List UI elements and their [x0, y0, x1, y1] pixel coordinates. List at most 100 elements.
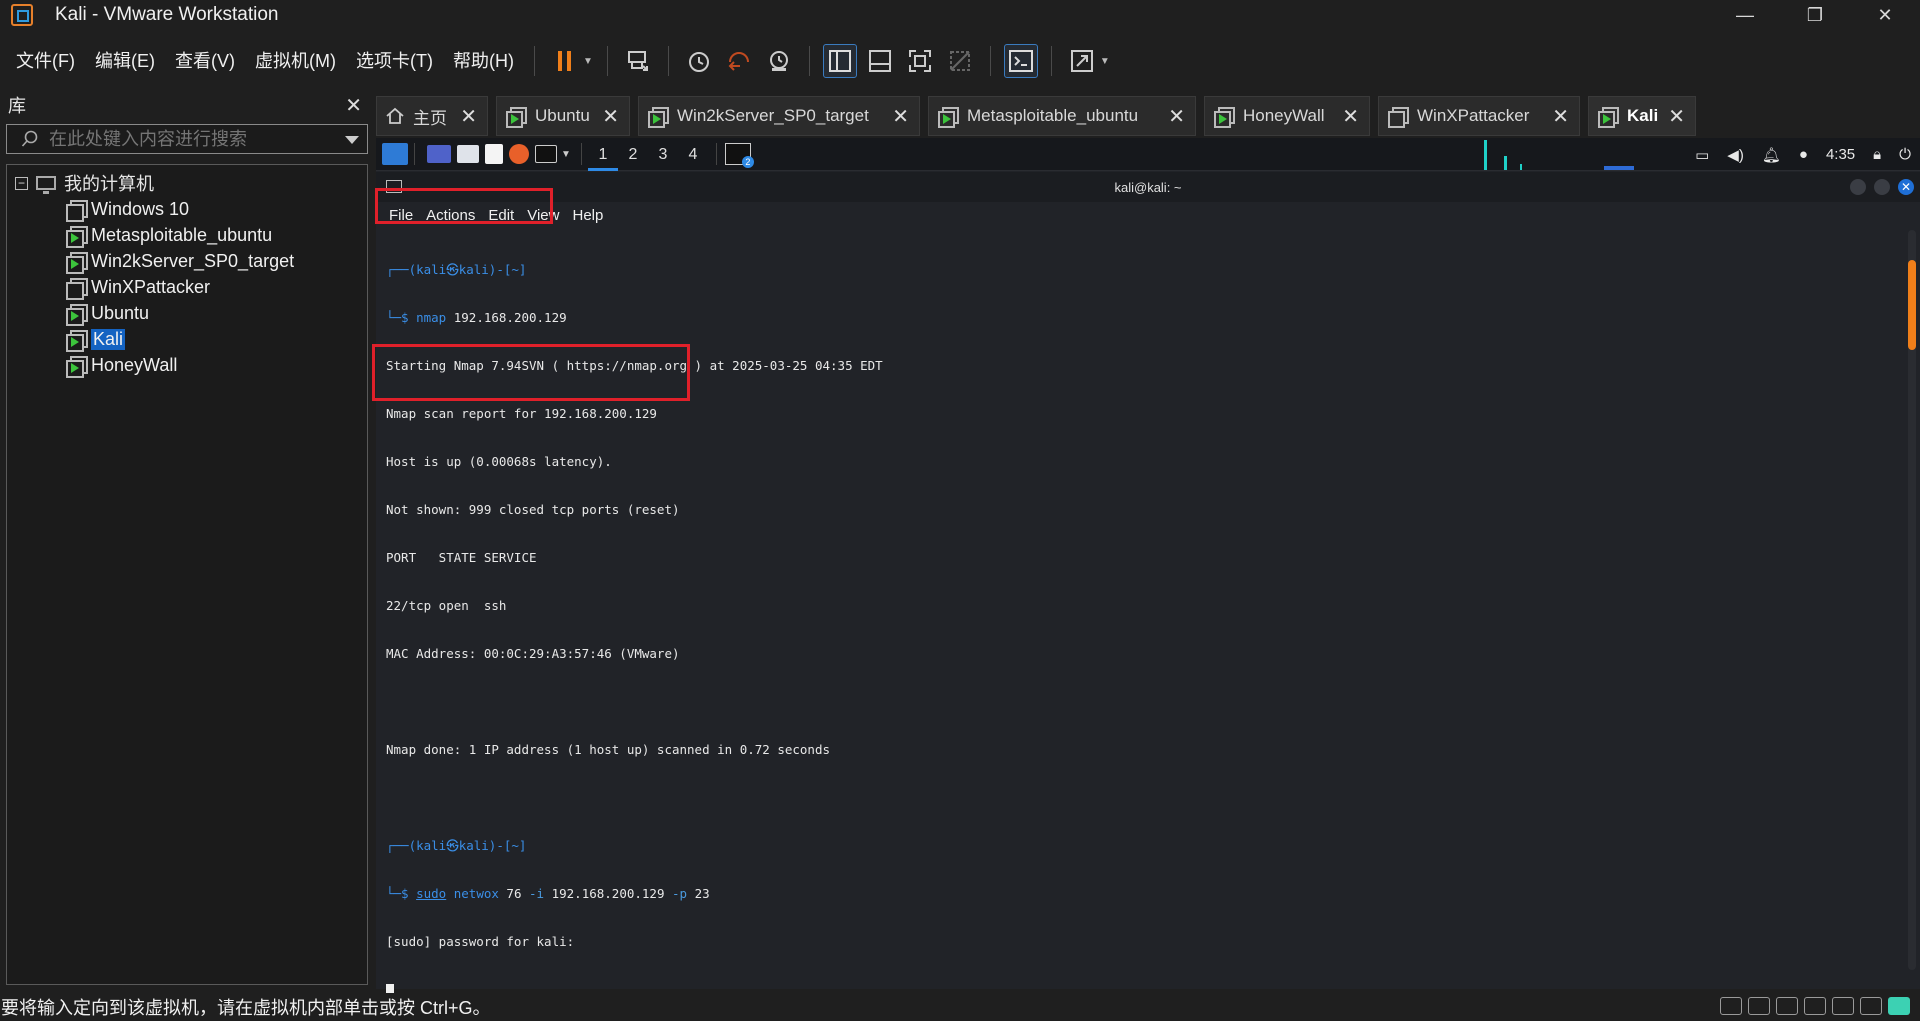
fullscreen-button[interactable]: [903, 44, 937, 78]
workspace-3[interactable]: 3: [648, 138, 678, 171]
workspace-2[interactable]: 2: [618, 138, 648, 171]
terminal-close-button[interactable]: ✕: [1898, 179, 1914, 195]
firefox-icon[interactable]: [509, 144, 529, 164]
tree-item-ubuntu[interactable]: Ubuntu: [65, 301, 149, 326]
tree-item-win2kserver[interactable]: Win2kServer_SP0_target: [65, 249, 294, 274]
tab-ubuntu[interactable]: Ubuntu ✕: [496, 96, 630, 136]
display-icon[interactable]: ▭: [1695, 146, 1709, 164]
menu-help[interactable]: 帮助(H): [443, 44, 524, 78]
stretch-dropdown-icon[interactable]: ▼: [1100, 56, 1110, 67]
tree-item-label: HoneyWall: [91, 354, 178, 375]
tree-item-winxpattacker[interactable]: WinXPattacker: [65, 275, 211, 300]
logout-icon[interactable]: ⏻: [1899, 146, 1911, 163]
tab-home[interactable]: 主页 ✕: [376, 96, 488, 136]
prompt-line: ┌──(kali㉿kali)-[~]: [386, 262, 527, 277]
library-search-input[interactable]: [49, 128, 339, 150]
send-ctrl-alt-del-button[interactable]: [621, 44, 655, 78]
take-snapshot-button[interactable]: [682, 44, 716, 78]
printer-icon[interactable]: [1804, 997, 1826, 1015]
home-icon: [386, 107, 404, 124]
stretch-guest-button[interactable]: [1065, 44, 1099, 78]
menu-vm[interactable]: 虚拟机(M): [245, 44, 346, 78]
tab-close-icon[interactable]: ✕: [602, 104, 619, 129]
thumbnail-bar-button[interactable]: [863, 44, 897, 78]
file-manager-icon[interactable]: [457, 145, 479, 163]
terminal-task-icon[interactable]: 2: [724, 143, 754, 168]
tab-honeywall[interactable]: HoneyWall ✕: [1204, 96, 1370, 136]
tab-close-icon[interactable]: ✕: [1342, 104, 1359, 129]
tab-kali[interactable]: Kali ✕: [1588, 96, 1696, 136]
tab-metasploitable[interactable]: Metasploitable_ubuntu ✕: [928, 96, 1196, 136]
sound-card-icon[interactable]: [1832, 997, 1854, 1015]
kali-menu-icon[interactable]: [382, 143, 408, 165]
terminal-menu-help[interactable]: Help: [572, 207, 603, 224]
hard-disk-icon[interactable]: [1720, 997, 1742, 1015]
vm-running-icon: [937, 105, 959, 128]
tab-close-icon[interactable]: ✕: [892, 104, 909, 129]
launcher-dropdown-icon[interactable]: ▼: [561, 149, 571, 160]
tab-close-icon[interactable]: ✕: [1668, 104, 1685, 129]
tab-close-icon[interactable]: ✕: [460, 104, 477, 129]
close-window-button[interactable]: ✕: [1850, 0, 1920, 30]
vm-running-icon: [65, 224, 88, 248]
cd-dvd-icon[interactable]: [1748, 997, 1770, 1015]
toolbar-separator: [808, 46, 810, 76]
show-desktop-icon[interactable]: [427, 145, 451, 163]
tab-label: Ubuntu: [535, 106, 590, 125]
search-dropdown-icon[interactable]: [345, 136, 359, 144]
panel-clock[interactable]: 4:35: [1826, 146, 1855, 163]
terminal-output[interactable]: ┌──(kali㉿kali)-[~] └─$ nmap 192.168.200.…: [386, 230, 1886, 998]
menu-edit[interactable]: 编辑(E): [85, 44, 165, 78]
collapse-icon[interactable]: −: [15, 176, 28, 190]
usb-icon[interactable]: [1860, 997, 1882, 1015]
text-editor-icon[interactable]: [485, 144, 503, 164]
toolbar-separator: [667, 46, 669, 76]
cpu-graph-icon: [1484, 140, 1634, 170]
guest-display[interactable]: ▼ 1 2 3 4 2 ▭ ◀) 🔔︎ ● 4:35 🔒︎ ⏻ kali@kal…: [372, 138, 1920, 998]
tree-item-honeywall[interactable]: HoneyWall: [65, 353, 178, 378]
menu-file[interactable]: 文件(F): [6, 44, 85, 78]
tab-close-icon[interactable]: ✕: [1552, 104, 1569, 129]
tab-winxpattacker[interactable]: WinXPattacker ✕: [1378, 96, 1580, 136]
tab-close-icon[interactable]: ✕: [1168, 104, 1185, 129]
command-args: 76: [498, 886, 530, 901]
message-log-icon[interactable]: [1888, 997, 1910, 1015]
workspace-4[interactable]: 4: [678, 138, 708, 171]
toolbar-separator: [533, 46, 535, 76]
unity-button[interactable]: [943, 44, 977, 78]
menu-view[interactable]: 查看(V): [165, 44, 245, 78]
command-args: 192.168.200.129: [446, 310, 567, 325]
lock-screen-icon[interactable]: 🔒︎: [1873, 146, 1881, 163]
tab-win2kserver[interactable]: Win2kServer_SP0_target ✕: [638, 96, 920, 136]
panel-separator: [715, 143, 717, 165]
tree-item-metasploitable-ubuntu[interactable]: Metasploitable_ubuntu: [65, 223, 272, 248]
scrollbar-thumb[interactable]: [1908, 260, 1916, 350]
snapshot-manager-button[interactable]: [762, 44, 796, 78]
workspace-1[interactable]: 1: [587, 138, 618, 171]
minimize-button[interactable]: —: [1710, 0, 1780, 30]
restore-button[interactable]: ❐: [1780, 0, 1850, 30]
tree-item-windows-10[interactable]: Windows 10: [65, 197, 189, 222]
network-adapter-icon[interactable]: [1776, 997, 1798, 1015]
terminal-launcher-icon[interactable]: [535, 145, 557, 163]
pause-dropdown-icon[interactable]: ▼: [583, 56, 593, 67]
console-view-button[interactable]: [1003, 44, 1038, 78]
terminal-maximize-button[interactable]: [1874, 179, 1890, 195]
show-library-button[interactable]: [822, 44, 857, 78]
vm-running-icon: [65, 328, 88, 352]
power-manager-icon[interactable]: ●: [1799, 146, 1808, 163]
vmware-logo-icon: [11, 4, 33, 26]
terminal-minimize-button[interactable]: [1850, 179, 1866, 195]
library-close-icon[interactable]: ✕: [345, 93, 362, 118]
title-bar: Kali - VMware Workstation — ❐ ✕: [0, 0, 1920, 30]
menu-tabs[interactable]: 选项卡(T): [346, 44, 443, 78]
fullscreen-icon: [908, 50, 931, 72]
volume-icon[interactable]: ◀): [1727, 146, 1744, 164]
tree-root-my-computer[interactable]: − 我的计算机: [15, 171, 154, 195]
tree-item-label: WinXPattacker: [91, 276, 211, 297]
terminal-scrollbar[interactable]: [1908, 230, 1916, 970]
notification-icon[interactable]: 🔔︎: [1762, 146, 1781, 164]
revert-snapshot-button[interactable]: [722, 44, 756, 78]
pause-button[interactable]: [548, 44, 582, 78]
tree-item-kali[interactable]: Kali: [65, 327, 126, 352]
